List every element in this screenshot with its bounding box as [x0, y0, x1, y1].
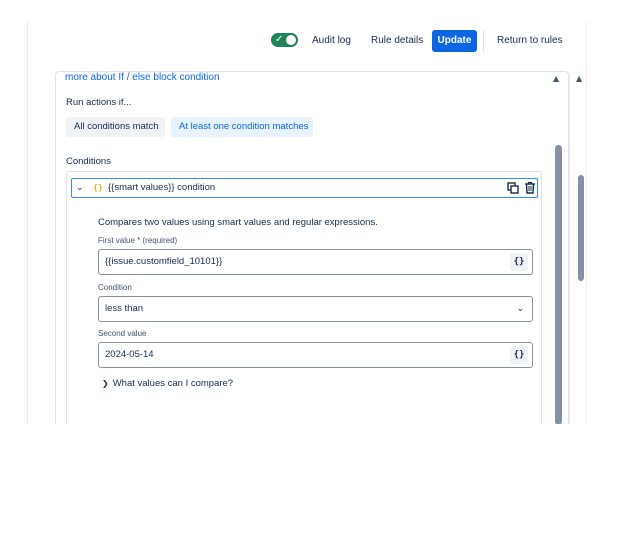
- rule-enabled-toggle[interactable]: ✓: [271, 33, 298, 47]
- run-actions-label: Run actions if...: [66, 97, 132, 108]
- first-value-input[interactable]: {{issue.customfield_10101}} {}: [98, 249, 533, 275]
- condition-operator-value: less than: [105, 303, 144, 314]
- required-text: (required): [142, 236, 178, 245]
- second-value-text: 2024-05-14: [105, 349, 154, 360]
- condition-card: ⌄ {} {{smart values}} condition Compares…: [66, 171, 542, 424]
- condition-operator-select[interactable]: less than ⌄: [98, 296, 533, 322]
- any-condition-matches-option[interactable]: At least one condition matches: [171, 117, 313, 137]
- condition-operator-label: Condition: [98, 283, 132, 292]
- what-values-expander[interactable]: ❯ What values can I compare?: [102, 378, 233, 389]
- audit-log-link[interactable]: Audit log: [312, 33, 351, 49]
- condition-title: {{smart values}} condition: [108, 182, 216, 193]
- copy-icon[interactable]: [507, 182, 519, 194]
- return-to-rules-link[interactable]: Return to rules: [497, 33, 563, 49]
- second-value-label: Second value: [98, 329, 147, 338]
- condition-description: Compares two values using smart values a…: [98, 217, 378, 228]
- chevron-down-icon: ⌄: [516, 304, 524, 314]
- header-toolbar: ✓ Audit log Rule details Update Return t…: [28, 22, 586, 62]
- page-scroll-up-arrow-icon[interactable]: ▲: [576, 74, 582, 83]
- check-icon: ✓: [275, 34, 284, 45]
- panel-scroll-up-arrow-icon[interactable]: ▲: [553, 74, 559, 83]
- smart-value-picker-button[interactable]: {}: [510, 253, 528, 271]
- update-button[interactable]: Update: [432, 30, 477, 52]
- condition-header[interactable]: ⌄ {} {{smart values}} condition: [71, 178, 538, 198]
- smart-value-badge-icon: {}: [93, 183, 103, 192]
- second-value-input[interactable]: 2024-05-14 {}: [98, 342, 533, 368]
- rule-editor-frame: ✓ Audit log Rule details Update Return t…: [27, 22, 587, 424]
- chevron-down-icon[interactable]: ⌄: [76, 181, 84, 195]
- conditions-heading: Conditions: [66, 156, 111, 167]
- chevron-right-icon: ❯: [102, 379, 109, 388]
- rule-details-link[interactable]: Rule details: [371, 33, 423, 49]
- toolbar-divider: [483, 30, 484, 52]
- first-value-label: First value * (required): [98, 236, 178, 245]
- panel-scrollbar-thumb[interactable]: [555, 145, 562, 424]
- page-scrollbar-thumb[interactable]: [578, 175, 584, 281]
- smart-value-picker-button[interactable]: {}: [510, 346, 528, 364]
- if-else-config-panel: more about If / else block condition Run…: [55, 71, 569, 424]
- scrollbar-divider: [569, 71, 570, 424]
- learn-more-link[interactable]: more about If / else block condition: [65, 72, 220, 83]
- all-conditions-match-option[interactable]: All conditions match: [66, 117, 165, 137]
- expander-label: What values can I compare?: [112, 378, 234, 389]
- first-value-text: {{issue.customfield_10101}}: [105, 256, 223, 267]
- toggle-knob: [286, 35, 296, 45]
- required-marker: *: [137, 236, 141, 245]
- trash-icon[interactable]: [524, 181, 536, 194]
